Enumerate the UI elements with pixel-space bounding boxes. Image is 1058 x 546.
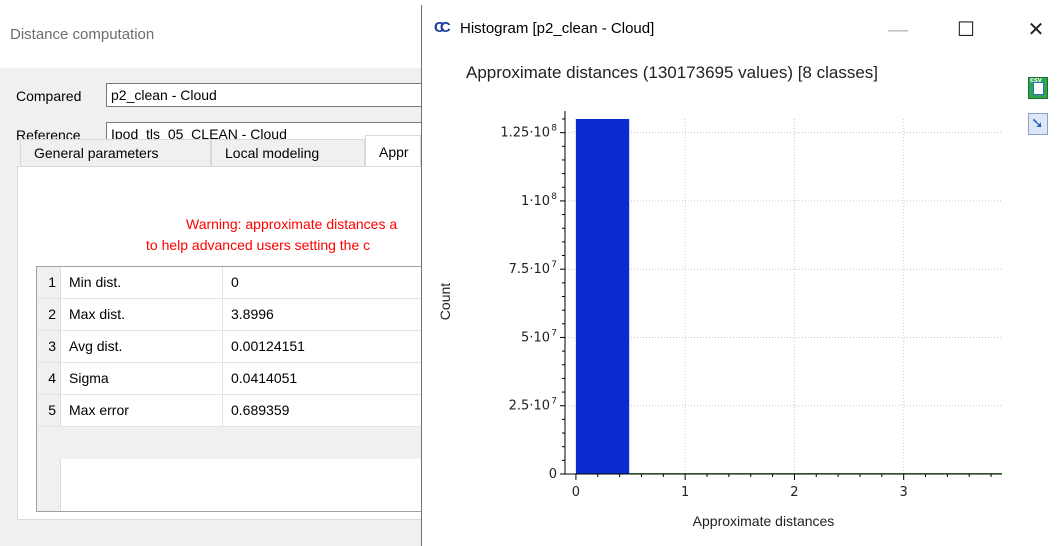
- stat-value: 0.00124151: [231, 338, 305, 354]
- tab-local-modeling[interactable]: Local modeling: [211, 139, 365, 166]
- y-tick-label: 7.5·10: [509, 262, 550, 277]
- compared-label: Compared: [16, 88, 82, 104]
- stat-name: Max dist.: [61, 299, 223, 330]
- y-tick-label: 2.5·10: [509, 399, 550, 414]
- y-tick-exponent: 8: [551, 124, 557, 134]
- y-tick-exponent: 8: [551, 192, 557, 202]
- y-tick-exponent: 7: [551, 260, 557, 270]
- export-image-button[interactable]: ➘: [1028, 113, 1048, 135]
- close-button[interactable]: ✕: [1016, 13, 1056, 47]
- y-tick-exponent: 7: [551, 397, 557, 407]
- stat-value: 3.8996: [231, 306, 274, 322]
- stat-name: Sigma: [61, 363, 223, 394]
- x-tick-label: 0: [572, 485, 580, 500]
- y-tick-exponent: 7: [551, 328, 557, 338]
- stat-value: 0: [231, 274, 239, 290]
- dialog-title: Distance computation: [10, 26, 155, 43]
- y-axis-label: Count: [437, 283, 453, 320]
- stat-value: 0.0414051: [231, 370, 298, 386]
- stat-name: Avg dist.: [61, 331, 223, 362]
- table-row[interactable]: 5 Max error 0.689359: [37, 395, 425, 427]
- table-row[interactable]: 3 Avg dist. 0.00124151: [37, 331, 425, 363]
- y-tick-label: 5·10: [521, 330, 550, 345]
- table-row[interactable]: 2 Max dist. 3.8996: [37, 299, 425, 331]
- x-axis-label: Approximate distances: [693, 513, 835, 529]
- chart-bars: [575, 119, 1002, 474]
- histogram-chart: 02.5·10 75·10 77.5·10 71·10 81.25·10 80 1 2 3 Ap…: [437, 111, 1002, 529]
- stat-name: Max error: [61, 395, 223, 426]
- row-number: 5: [37, 395, 61, 426]
- csv-icon-text: csv: [1030, 77, 1042, 84]
- y-tick-label: 1·10: [521, 194, 550, 209]
- export-image-icon: ➘: [1031, 115, 1044, 132]
- tab-general-parameters[interactable]: General parameters: [20, 139, 211, 166]
- stat-name: Min dist.: [61, 267, 223, 298]
- x-tick-label: 3: [900, 485, 908, 500]
- y-tick-label: 0: [549, 467, 557, 482]
- histogram-window: CC Histogram [p2_clean - Cloud] — ☐ ✕ Ap…: [421, 5, 1058, 546]
- warning-text-line2: to help advanced users setting the c: [146, 237, 371, 253]
- tab-approximate[interactable]: Appr: [365, 135, 421, 167]
- histogram-bar: [575, 119, 630, 474]
- y-tick-label: 1.25·10: [500, 126, 550, 141]
- x-tick-label: 1: [681, 485, 689, 500]
- distance-computation-dialog: Distance computation Compared p2_clean -…: [0, 0, 460, 546]
- table-row[interactable]: 1 Min dist. 0: [37, 267, 425, 299]
- table-empty-area: [61, 459, 425, 511]
- row-number: 3: [37, 331, 61, 362]
- table-row[interactable]: 4 Sigma 0.0414051: [37, 363, 425, 395]
- table-empty-header: [37, 459, 61, 511]
- compared-combo[interactable]: p2_clean - Cloud: [106, 83, 426, 107]
- warning-text-line1: Warning: approximate distances a: [186, 216, 398, 232]
- dialog-titlebar: Distance computation: [0, 0, 460, 68]
- stat-value: 0.689359: [231, 402, 290, 418]
- row-number: 2: [37, 299, 61, 330]
- row-number: 4: [37, 363, 61, 394]
- chart-grid: [565, 119, 1002, 474]
- approx-stats-table: 1 Min dist. 0 2 Max dist. 3.8996 3 Avg d…: [36, 266, 426, 512]
- row-number: 1: [37, 267, 61, 298]
- export-csv-button[interactable]: csv: [1028, 77, 1048, 99]
- x-tick-label: 2: [790, 485, 798, 500]
